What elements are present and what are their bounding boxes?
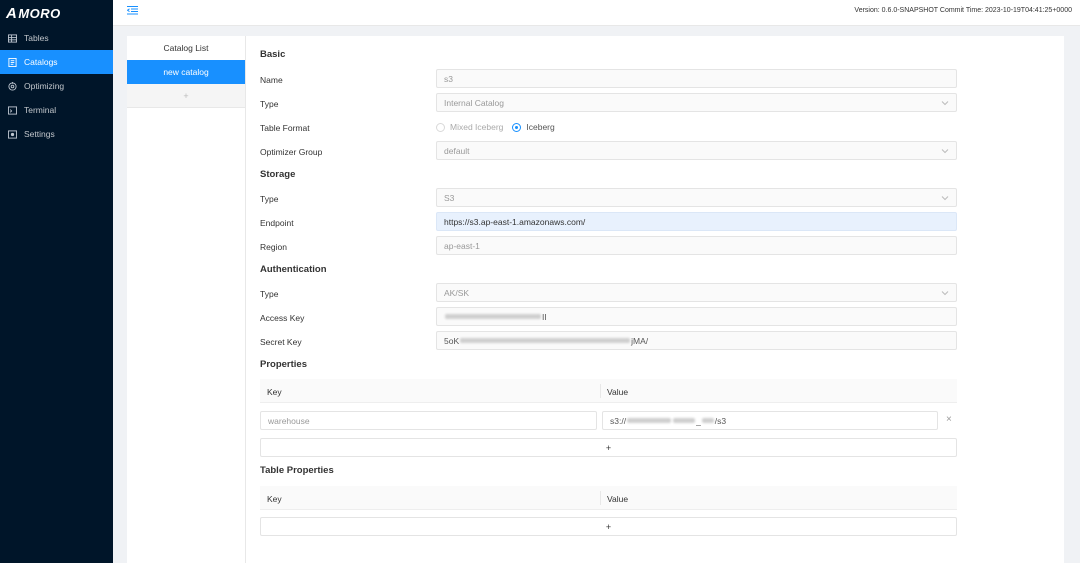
section-storage-title: Storage bbox=[260, 169, 296, 180]
redacted-text bbox=[460, 338, 631, 343]
secret-key-input[interactable]: 5oK jMA/ bbox=[436, 331, 957, 350]
terminal-icon bbox=[8, 105, 17, 115]
menu-fold-icon[interactable] bbox=[126, 5, 138, 16]
redacted-text bbox=[445, 314, 541, 319]
top-header: Version: 0.6.0-SNAPSHOT Commit Time: 202… bbox=[113, 0, 1080, 26]
redacted-text bbox=[701, 418, 714, 423]
table-properties-table-header: Key Value bbox=[260, 486, 957, 510]
catalog-item-new[interactable]: new catalog bbox=[127, 60, 245, 84]
app-logo[interactable]: A MORO bbox=[0, 0, 113, 26]
endpoint-label: Endpoint bbox=[260, 218, 294, 228]
property-key-input[interactable]: warehouse bbox=[260, 411, 597, 430]
chevron-down-icon bbox=[941, 291, 949, 296]
section-authentication-title: Authentication bbox=[260, 264, 327, 275]
optimizer-group-select[interactable]: default bbox=[436, 141, 957, 160]
auth-type-select[interactable]: AK/SK bbox=[436, 283, 957, 302]
sidebar-item-label: Catalogs bbox=[24, 57, 58, 67]
radio-mixed-iceberg[interactable]: Mixed Iceberg bbox=[436, 122, 503, 132]
sidebar-item-label: Settings bbox=[24, 129, 55, 139]
sidebar-item-settings[interactable]: Settings bbox=[0, 122, 113, 146]
chevron-down-icon bbox=[941, 101, 949, 106]
endpoint-input[interactable]: https://s3.ap-east-1.amazonaws.com/ bbox=[436, 212, 957, 231]
type-label: Type bbox=[260, 99, 279, 109]
table-format-radio-group: Mixed Iceberg Iceberg bbox=[436, 122, 564, 132]
optimizer-group-label: Optimizer Group bbox=[260, 147, 323, 157]
sidebar-item-label: Terminal bbox=[24, 105, 57, 115]
add-catalog-button[interactable]: + bbox=[127, 84, 245, 108]
logo-mark: A bbox=[6, 4, 18, 22]
version-info: Version: 0.6.0-SNAPSHOT Commit Time: 202… bbox=[854, 7, 1072, 14]
table-format-label: Table Format bbox=[260, 123, 310, 133]
sidebar-item-tables[interactable]: Tables bbox=[0, 26, 113, 50]
catalog-list-panel: Catalog List new catalog + bbox=[127, 36, 246, 563]
radio-iceberg[interactable]: Iceberg bbox=[512, 122, 555, 132]
sidebar-item-catalogs[interactable]: Catalogs bbox=[0, 50, 113, 74]
region-label: Region bbox=[260, 242, 287, 252]
sidebar-item-optimizing[interactable]: Optimizing bbox=[0, 74, 113, 98]
name-input[interactable]: s3 bbox=[436, 69, 957, 88]
optimizing-icon bbox=[8, 81, 17, 91]
secret-key-label: Secret Key bbox=[260, 337, 302, 347]
section-table-properties-title: Table Properties bbox=[260, 465, 334, 476]
properties-table-header: Key Value bbox=[260, 379, 957, 403]
value-column-header: Value bbox=[607, 494, 629, 504]
logo-text: MORO bbox=[18, 5, 61, 21]
catalog-list-title: Catalog List bbox=[163, 43, 209, 53]
catalog-content: Catalog List new catalog + Basic Name s3… bbox=[127, 36, 1064, 563]
sidebar-item-terminal[interactable]: Terminal bbox=[0, 98, 113, 122]
sidebar: A MORO Tables Catalogs Optimizing Termin… bbox=[0, 0, 113, 563]
redacted-text bbox=[627, 418, 672, 423]
access-key-label: Access Key bbox=[260, 313, 305, 323]
key-column-header: Key bbox=[267, 387, 282, 397]
name-label: Name bbox=[260, 75, 283, 85]
storage-type-label: Type bbox=[260, 194, 279, 204]
add-table-property-button[interactable]: + bbox=[260, 517, 957, 536]
catalog-icon bbox=[8, 57, 17, 67]
redacted-text bbox=[673, 418, 696, 423]
section-properties-title: Properties bbox=[260, 359, 307, 370]
section-basic-title: Basic bbox=[260, 49, 286, 60]
remove-property-icon[interactable]: × bbox=[946, 414, 952, 425]
storage-type-select[interactable]: S3 bbox=[436, 188, 957, 207]
settings-icon bbox=[8, 129, 17, 139]
sidebar-item-label: Optimizing bbox=[24, 81, 65, 91]
chevron-down-icon bbox=[941, 196, 949, 201]
table-icon bbox=[8, 33, 17, 43]
sidebar-item-label: Tables bbox=[24, 33, 49, 43]
catalog-type-select[interactable]: Internal Catalog bbox=[436, 93, 957, 112]
property-value-input[interactable]: s3://_/s3 bbox=[602, 411, 938, 430]
chevron-down-icon bbox=[941, 149, 949, 154]
value-column-header: Value bbox=[607, 387, 629, 397]
add-property-button[interactable]: + bbox=[260, 438, 957, 457]
access-key-input[interactable]: II bbox=[436, 307, 957, 326]
auth-type-label: Type bbox=[260, 289, 279, 299]
region-input[interactable]: ap-east-1 bbox=[436, 236, 957, 255]
key-column-header: Key bbox=[267, 494, 282, 504]
